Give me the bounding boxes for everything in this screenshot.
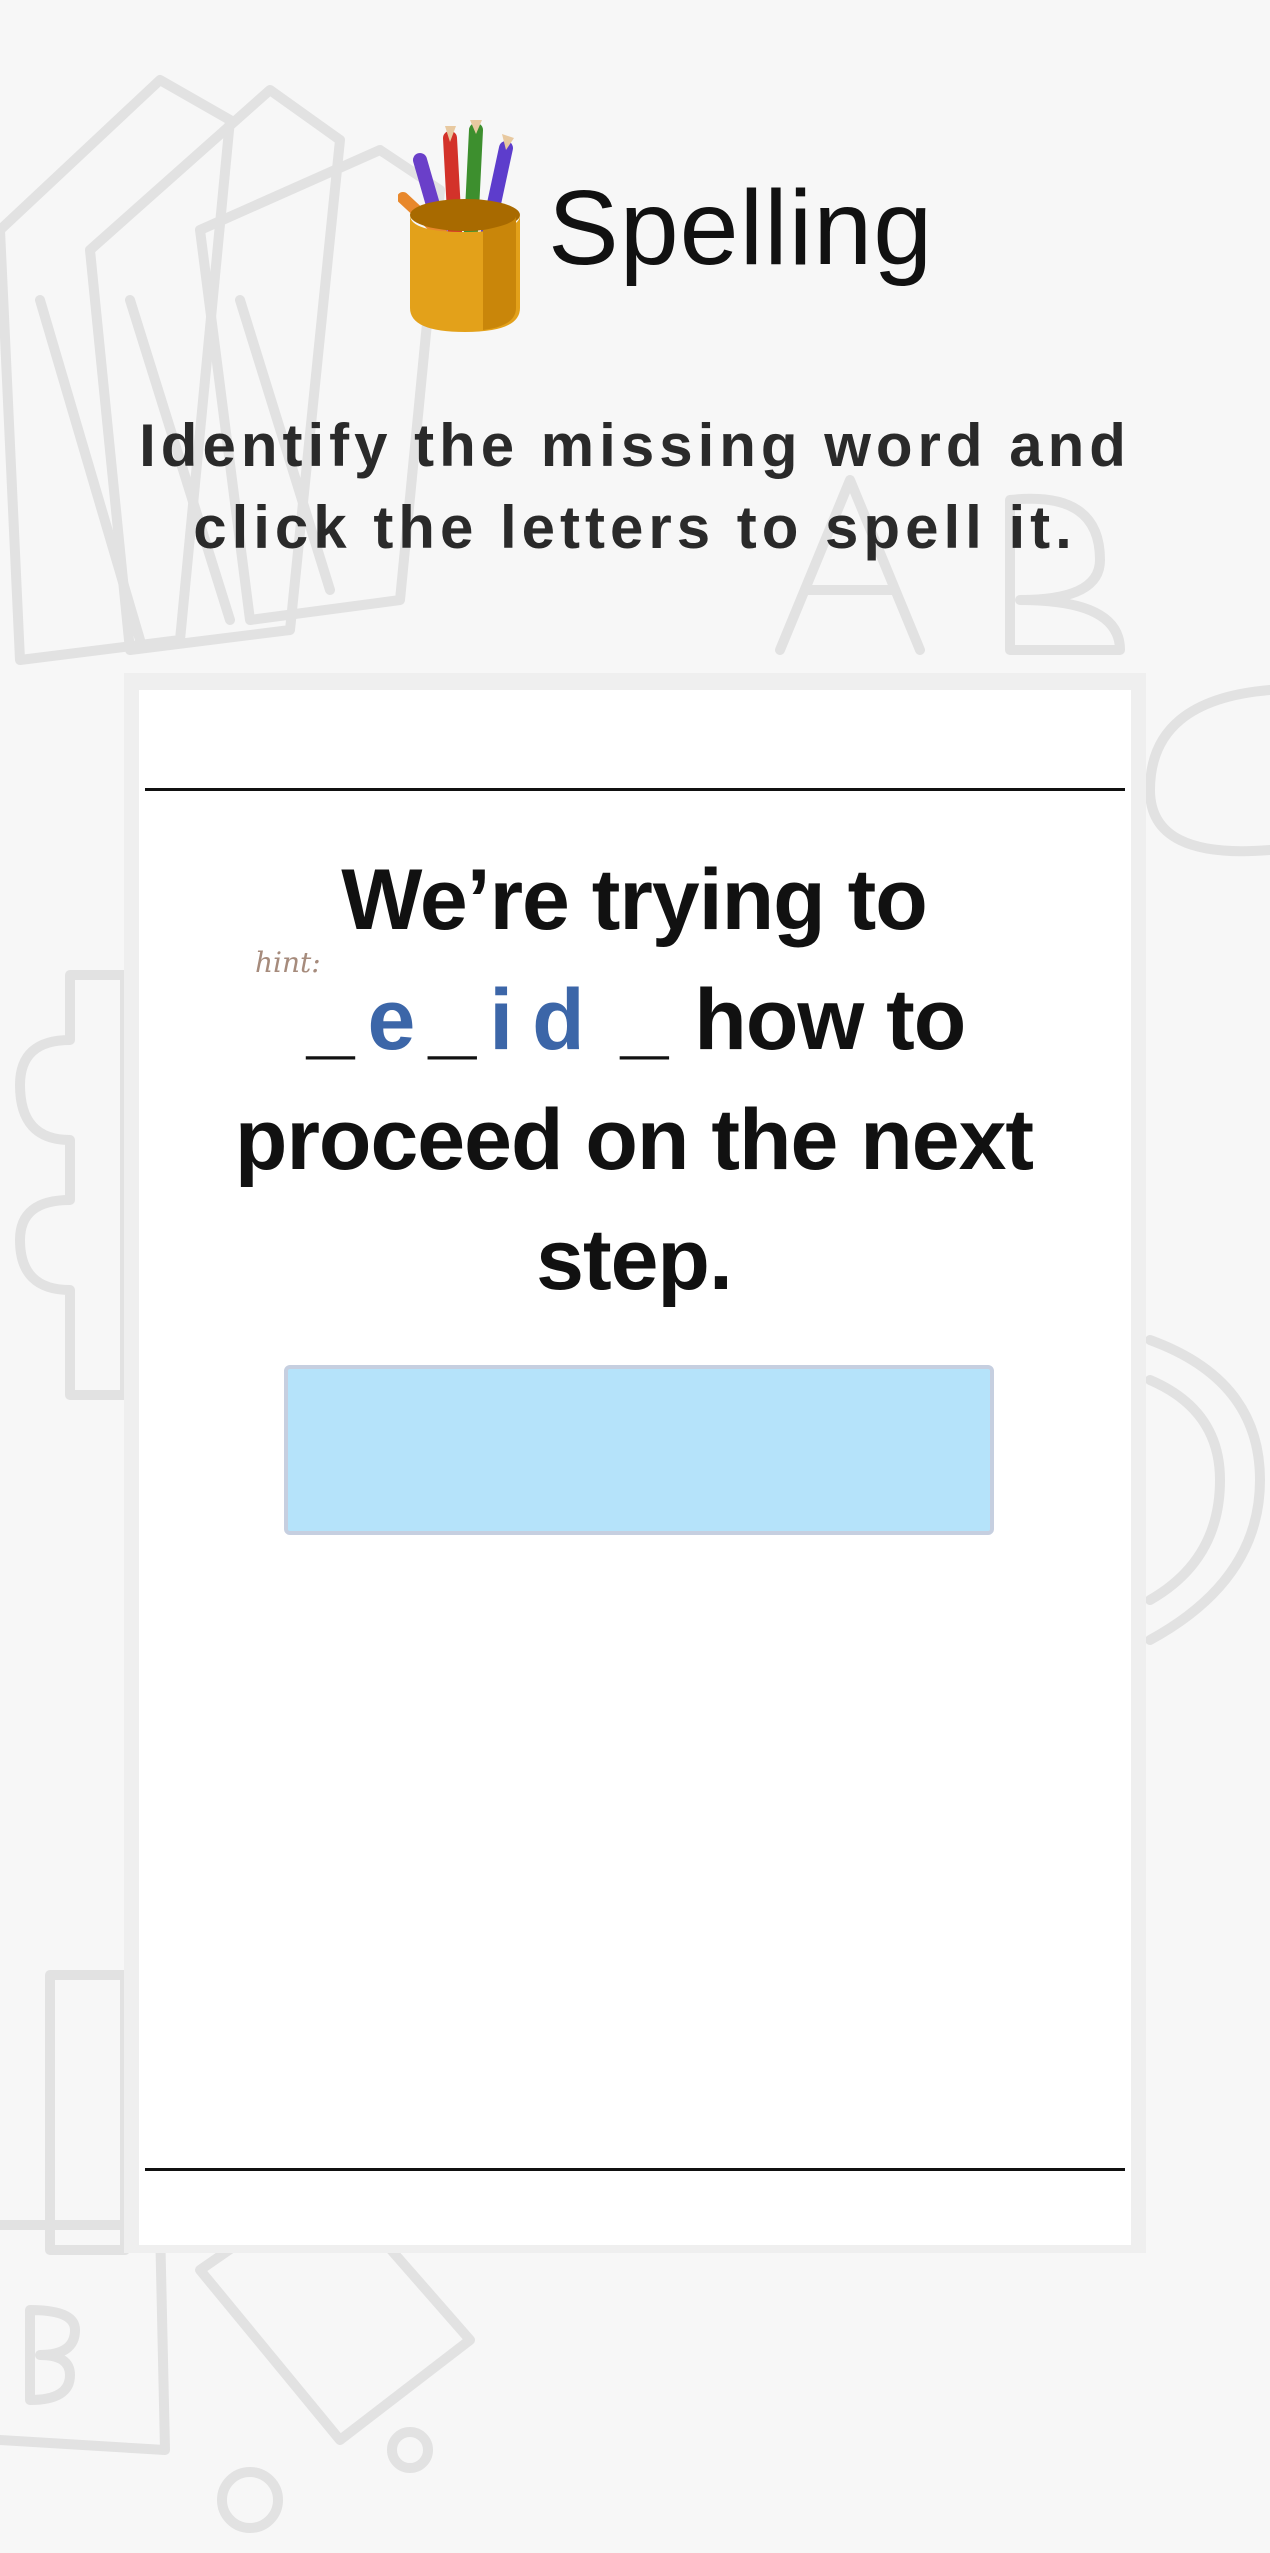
instructions-line-2: click the letters to spell it. bbox=[193, 494, 1077, 561]
bottom-divider bbox=[145, 2168, 1125, 2171]
word-slot-blank: _ bbox=[620, 972, 669, 1068]
word-slot-letter: i bbox=[489, 972, 513, 1068]
sentence-before: We’re trying to bbox=[341, 852, 927, 948]
app-header: Spelling bbox=[0, 120, 1270, 350]
instructions: Identify the missing word and click the … bbox=[95, 405, 1175, 569]
top-divider bbox=[145, 788, 1125, 791]
app-title: Spelling bbox=[548, 169, 934, 287]
answer-box[interactable] bbox=[284, 1365, 994, 1535]
word-slot-blank: _ bbox=[306, 972, 355, 1068]
pencil-cup-icon bbox=[398, 120, 520, 332]
word-slot-letter: d bbox=[532, 972, 585, 1068]
puzzle-sentence: We’re trying to _ e _ i d _ how to proceed o… bbox=[229, 840, 1039, 1320]
missing-word: _ e _ i d _ bbox=[303, 972, 672, 1068]
word-slot-blank: _ bbox=[428, 972, 476, 1068]
puzzle-card: hint: We’re trying to _ e _ i d _ how to pro… bbox=[139, 690, 1131, 2245]
instructions-line-1: Identify the missing word and bbox=[139, 412, 1131, 479]
word-slot-letter: e bbox=[367, 972, 416, 1068]
